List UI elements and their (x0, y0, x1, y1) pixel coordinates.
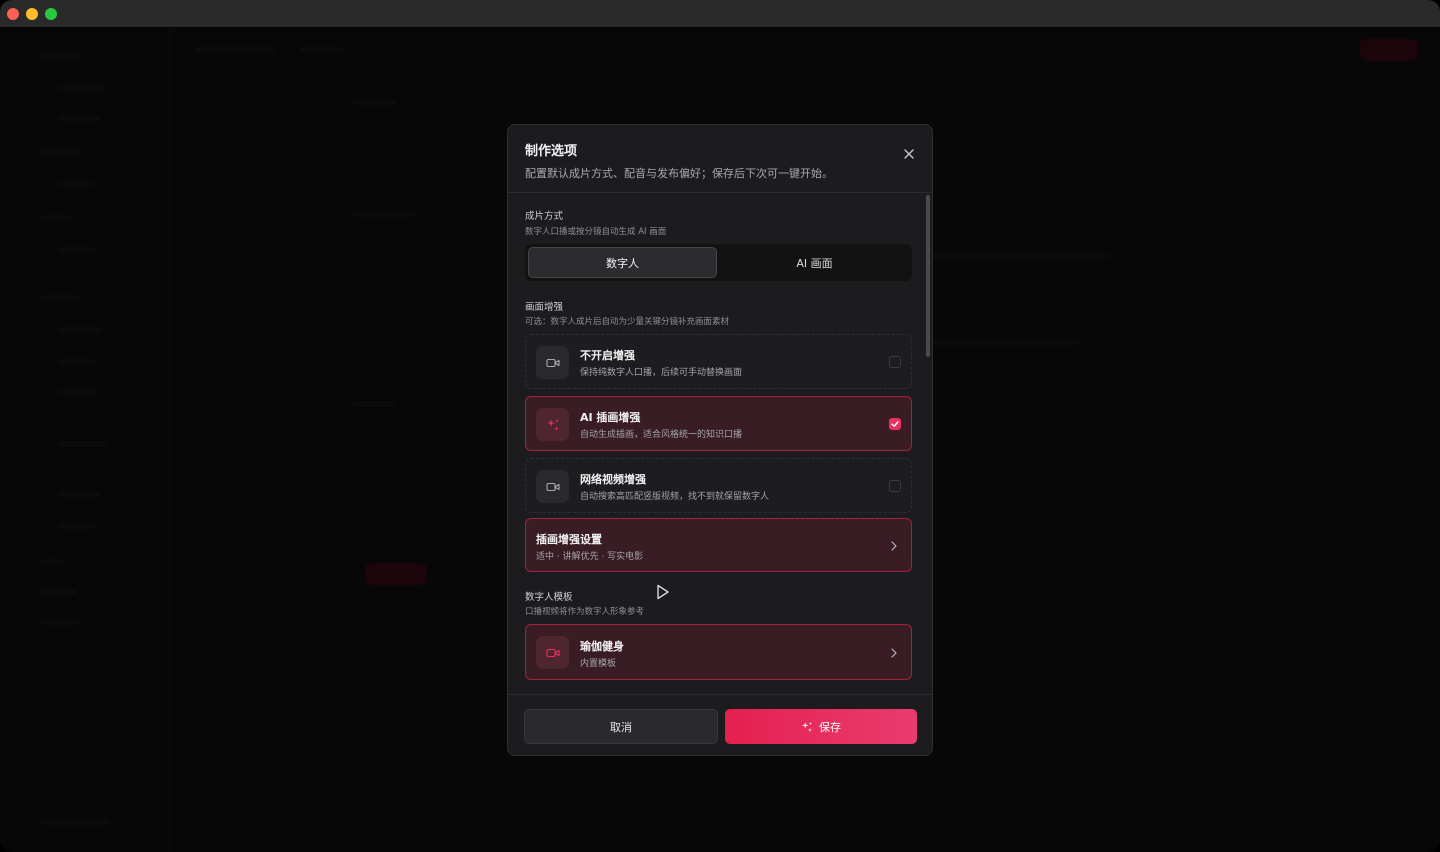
minimize-window-button[interactable] (26, 8, 38, 20)
mode-option-digital-human[interactable]: 数字人 (528, 247, 717, 278)
sparkle-icon (801, 721, 813, 732)
option-description: 保持纯数字人口播，后续可手动替换画面 (580, 368, 743, 378)
option-description: 自动生成插画，适合风格统一的知识口播 (580, 430, 743, 440)
mouse-cursor-icon (657, 584, 669, 600)
save-button[interactable]: 保存 (725, 709, 917, 744)
option-title: AI 插画增强 (580, 411, 641, 424)
checkmark-icon (891, 421, 899, 427)
dialog-footer: 取消 保存 (508, 694, 932, 755)
video-camera-icon (536, 346, 569, 379)
chevron-right-icon (889, 541, 899, 551)
option-checkbox[interactable] (889, 356, 901, 368)
option-title: 不开启增强 (580, 349, 635, 362)
option-checkbox-checked[interactable] (889, 418, 901, 430)
video-camera-icon (536, 470, 569, 503)
close-icon (904, 149, 914, 159)
enhancement-option-none[interactable]: 不开启增强 保持纯数字人口播，后续可手动替换画面 (525, 334, 912, 389)
illustration-settings-summary: 适中 · 讲解优先 · 写实电影 (536, 552, 644, 562)
dialog-subtitle: 配置默认成片方式、配音与发布偏好；保存后下次可一键开始。 (525, 167, 833, 180)
dialog-header: 制作选项 配置默认成片方式、配音与发布偏好；保存后下次可一键开始。 (508, 125, 932, 193)
maximize-window-button[interactable] (45, 8, 57, 20)
enhancement-hint: 可选：数字人成片后自动为少量关键分镜补充画面素材 (525, 317, 730, 327)
close-button[interactable] (900, 145, 918, 163)
dialog-scrollbar[interactable] (926, 195, 930, 357)
illustration-settings-title: 插画增强设置 (536, 533, 602, 546)
enhancement-option-ai-illustration[interactable]: AI 插画增强 自动生成插画，适合风格统一的知识口播 (525, 396, 912, 451)
dialog-title: 制作选项 (525, 144, 578, 159)
enhancement-option-web-video[interactable]: 网络视频增强 自动搜索高匹配竖版视频，找不到就保留数字人 (525, 458, 912, 513)
cancel-button-label: 取消 (610, 720, 632, 734)
avatar-template-label: 数字人模板 (525, 592, 573, 603)
illustration-settings-row[interactable]: 插画增强设置 适中 · 讲解优先 · 写实电影 (525, 518, 912, 572)
app-window: 制作选项 配置默认成片方式、配音与发布偏好；保存后下次可一键开始。 成片方式 数… (0, 0, 1440, 852)
cancel-button[interactable]: 取消 (524, 709, 718, 744)
save-button-label: 保存 (819, 720, 841, 734)
avatar-template-hint: 口播视频将作为数字人形象参考 (525, 607, 645, 617)
production-options-dialog: 制作选项 配置默认成片方式、配音与发布偏好；保存后下次可一键开始。 成片方式 数… (507, 124, 933, 756)
title-bar (0, 0, 1440, 27)
avatar-template-type: 内置模板 (580, 659, 617, 669)
close-window-button[interactable] (7, 8, 19, 20)
production-mode-label: 成片方式 (525, 211, 564, 222)
sparkle-icon (536, 408, 569, 441)
chevron-right-icon (889, 648, 899, 658)
production-mode-segmented-control: 数字人 AI 画面 (525, 244, 912, 281)
avatar-template-name: 瑜伽健身 (580, 640, 624, 653)
avatar-template-row[interactable]: 瑜伽健身 内置模板 (525, 624, 912, 680)
option-title: 网络视频增强 (580, 473, 646, 486)
option-checkbox[interactable] (889, 480, 901, 492)
production-mode-hint: 数字人口播或按分镜自动生成 AI 画面 (525, 227, 667, 237)
option-description: 自动搜索高匹配竖版视频，找不到就保留数字人 (580, 492, 770, 502)
enhancement-label: 画面增强 (525, 302, 564, 313)
video-camera-icon (536, 636, 569, 669)
mode-option-ai-visual[interactable]: AI 画面 (720, 247, 909, 278)
